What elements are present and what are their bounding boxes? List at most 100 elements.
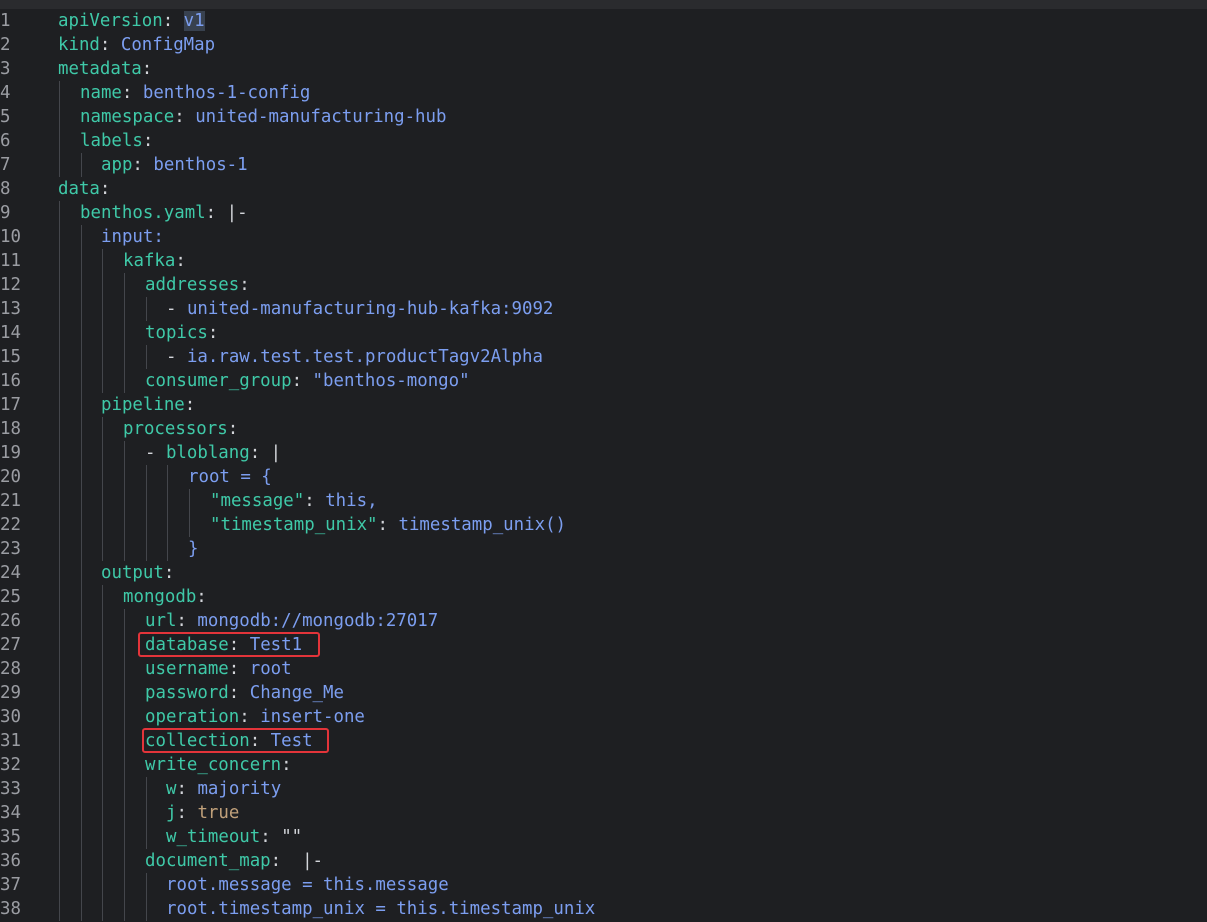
code-text: root.timestamp_unix = this.timestamp_uni… <box>166 899 595 919</box>
yaml-value: ia.raw.test.test.productTagv2Alpha <box>187 347 543 367</box>
code-line-22[interactable]: 22 "timestamp_unix": timestamp_unix() <box>0 513 1207 537</box>
code-line-13[interactable]: 13 - united-manufacturing-hub-kafka:9092 <box>0 297 1207 321</box>
line-number: 6 <box>0 129 40 153</box>
code-line-25[interactable]: 25 mongodb: <box>0 585 1207 609</box>
indent-guide <box>146 777 147 801</box>
database-highlight-box <box>138 632 320 657</box>
code-line-7[interactable]: 7 app: benthos-1 <box>0 153 1207 177</box>
editor-top-strip <box>0 0 1207 9</box>
indent-guide <box>59 705 60 729</box>
yaml-separator: : <box>176 779 197 799</box>
indent-guide <box>124 537 125 561</box>
code-line-11[interactable]: 11 kafka: <box>0 249 1207 273</box>
indent-guide <box>59 849 60 873</box>
line-number: 2 <box>0 33 40 57</box>
yaml-key: topics <box>145 323 208 343</box>
code-line-31[interactable]: 31 collection: Test <box>0 729 1207 753</box>
indent-guide <box>59 345 60 369</box>
code-line-33[interactable]: 33 w: majority <box>0 777 1207 801</box>
code-line-16[interactable]: 16 consumer_group: "benthos-mongo" <box>0 369 1207 393</box>
line-number: 32 <box>0 753 40 777</box>
indent-guide <box>81 153 82 177</box>
indent-guide <box>102 417 103 441</box>
yaml-separator: : <box>142 59 152 79</box>
indent-guide <box>124 729 125 753</box>
line-number: 16 <box>0 369 40 393</box>
code-line-24[interactable]: 24 output: <box>0 561 1207 585</box>
indent-guide <box>124 681 125 705</box>
code-line-21[interactable]: 21 "message": this, <box>0 489 1207 513</box>
code-editor[interactable]: 1 apiVersion: v1 2 kind: ConfigMap 3 met… <box>0 0 1207 922</box>
code-line-10[interactable]: 10 input: <box>0 225 1207 249</box>
indent-guide <box>124 753 125 777</box>
yaml-key: benthos.yaml <box>80 203 206 223</box>
code-line-36[interactable]: 36 document_map: |- <box>0 849 1207 873</box>
code-line-12[interactable]: 12 addresses: <box>0 273 1207 297</box>
yaml-key: data <box>58 179 100 199</box>
code-line-28[interactable]: 28 username: root <box>0 657 1207 681</box>
code-line-34[interactable]: 34 j: true <box>0 801 1207 825</box>
code-line-19[interactable]: 19 - bloblang: | <box>0 441 1207 465</box>
indent-guide <box>102 585 103 609</box>
yaml-separator: : <box>163 11 184 31</box>
code-line-15[interactable]: 15 - ia.raw.test.test.productTagv2Alpha <box>0 345 1207 369</box>
indent-guide <box>124 897 125 921</box>
indent-guide <box>81 777 82 801</box>
yaml-value: Change_Me <box>250 683 344 703</box>
indent-guide <box>146 297 147 321</box>
yaml-separator: : <box>176 803 197 823</box>
code-line-32[interactable]: 32 write_concern: <box>0 753 1207 777</box>
yaml-value: united-manufacturing-hub-kafka:9092 <box>187 299 553 319</box>
indent-guide <box>59 201 60 225</box>
code-line-23[interactable]: 23 } <box>0 537 1207 561</box>
code-line-37[interactable]: 37 root.message = this.message <box>0 873 1207 897</box>
indent-guide <box>124 297 125 321</box>
code-line-8[interactable]: 8 data: <box>0 177 1207 201</box>
json-value: timestamp_unix() <box>398 515 566 535</box>
yaml-separator: : <box>122 83 143 103</box>
line-number: 14 <box>0 321 40 345</box>
indent-guide <box>81 657 82 681</box>
code-line-14[interactable]: 14 topics: <box>0 321 1207 345</box>
code-line-5[interactable]: 5 namespace: united-manufacturing-hub <box>0 105 1207 129</box>
yaml-key: username <box>145 659 229 679</box>
indent-guide <box>146 489 147 513</box>
code-line-29[interactable]: 29 password: Change_Me <box>0 681 1207 705</box>
line-number: 26 <box>0 609 40 633</box>
indent-guide <box>59 729 60 753</box>
yaml-key: document_map <box>145 851 271 871</box>
code-line-35[interactable]: 35 w_timeout: "" <box>0 825 1207 849</box>
indent-guide <box>59 489 60 513</box>
code-line-26[interactable]: 26 url: mongodb://mongodb:27017 <box>0 609 1207 633</box>
indent-guide <box>102 657 103 681</box>
indent-guide <box>59 825 60 849</box>
indent-guide <box>102 825 103 849</box>
code-line-27[interactable]: 27 database: Test1 <box>0 633 1207 657</box>
indent-guide <box>81 825 82 849</box>
indent-guide <box>81 249 82 273</box>
code-line-4[interactable]: 4 name: benthos-1-config <box>0 81 1207 105</box>
yaml-key: labels <box>80 131 143 151</box>
indent-guide <box>102 897 103 921</box>
code-line-9[interactable]: 9 benthos.yaml: |- <box>0 201 1207 225</box>
code-line-6[interactable]: 6 labels: <box>0 129 1207 153</box>
yaml-value: united-manufacturing-hub <box>195 107 446 127</box>
line-number: 8 <box>0 177 40 201</box>
yaml-separator: : <box>100 179 110 199</box>
line-number: 5 <box>0 105 40 129</box>
code-line-18[interactable]: 18 processors: <box>0 417 1207 441</box>
line-number: 27 <box>0 633 40 657</box>
code-line-2[interactable]: 2 kind: ConfigMap <box>0 33 1207 57</box>
indent-guide <box>59 225 60 249</box>
code-line-1[interactable]: 1 apiVersion: v1 <box>0 9 1207 33</box>
code-line-3[interactable]: 3 metadata: <box>0 57 1207 81</box>
line-number: 9 <box>0 201 40 225</box>
indent-guide <box>102 513 103 537</box>
indent-guide <box>146 345 147 369</box>
code-line-38[interactable]: 38 root.timestamp_unix = this.timestamp_… <box>0 897 1207 921</box>
code-line-17[interactable]: 17 pipeline: <box>0 393 1207 417</box>
code-line-20[interactable]: 20 root = { <box>0 465 1207 489</box>
line-number: 28 <box>0 657 40 681</box>
code-line-30[interactable]: 30 operation: insert-one <box>0 705 1207 729</box>
line-number: 23 <box>0 537 40 561</box>
